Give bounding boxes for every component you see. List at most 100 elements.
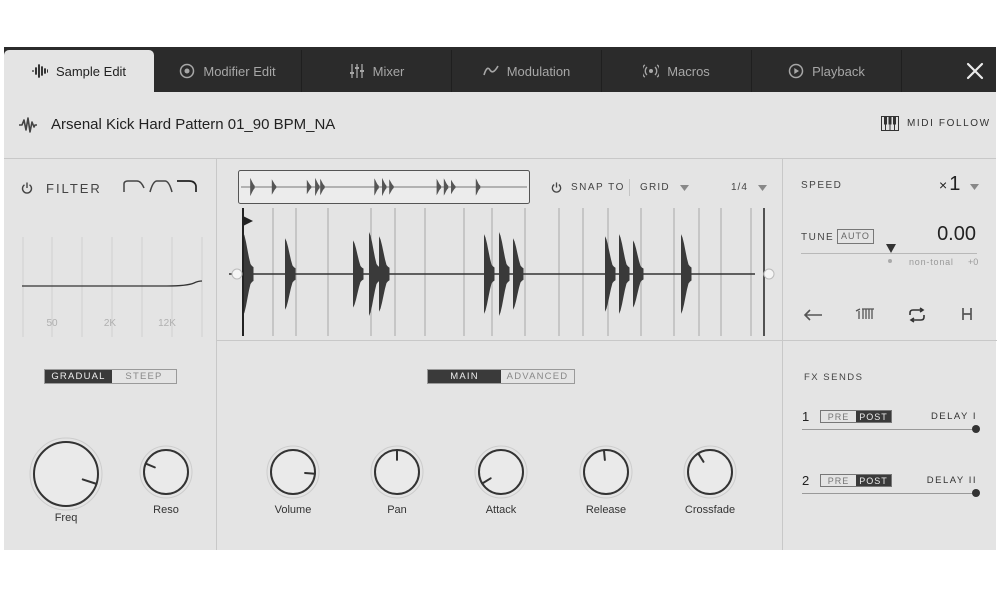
fx-sends-title: FX SENDS <box>804 372 864 383</box>
tab-modifier-edit[interactable]: Modifier Edit <box>154 50 302 92</box>
fx-send-2: 2 PRE POST DELAY II <box>783 473 997 513</box>
snap-power-icon[interactable] <box>551 182 562 193</box>
tune-label: TUNE <box>801 232 835 243</box>
pan-label: Pan <box>387 504 407 516</box>
speed-dropdown[interactable]: × 1 <box>939 173 980 196</box>
loop-icon[interactable] <box>907 307 927 323</box>
crossfade-knob[interactable] <box>682 444 738 500</box>
fx-send-slider-track[interactable] <box>802 429 976 430</box>
close-button[interactable] <box>954 50 996 92</box>
playback-settings-section: SPEED × 1 TUNE AUTO 0.00 non-tonal +0 FX… <box>782 159 997 550</box>
waveform-overview[interactable] <box>238 170 530 204</box>
highpass-filter-icon[interactable] <box>176 179 198 193</box>
toggle-advanced[interactable]: ADVANCED <box>501 370 574 383</box>
grid-dropdown[interactable]: GRID <box>640 182 689 193</box>
keytrack-icon[interactable] <box>855 307 875 321</box>
non-tonal-label: non-tonal <box>909 257 954 267</box>
post-button[interactable]: POST <box>856 411 891 422</box>
chevron-down-icon <box>757 184 767 191</box>
tab-mixer[interactable]: Mixer <box>302 50 452 92</box>
play-circle-icon <box>788 63 804 79</box>
tab-label: Sample Edit <box>55 63 127 79</box>
filter-title: FILTER <box>46 181 102 196</box>
snap-to-label: SNAP TO <box>571 182 625 193</box>
pan-knob[interactable] <box>369 444 425 500</box>
volume-knob-indicator <box>304 471 316 475</box>
tune-auto-button[interactable]: AUTO <box>837 229 874 244</box>
attack-knob[interactable] <box>473 444 529 500</box>
fx-send-number: 1 <box>802 409 810 424</box>
snap-divider <box>629 179 630 196</box>
toggle-gradual[interactable]: GRADUAL <box>45 370 112 383</box>
speed-prefix: × <box>939 177 948 193</box>
start-handle <box>231 268 243 280</box>
toggle-main[interactable]: MAIN <box>428 370 501 383</box>
division-dropdown[interactable]: 1/4 <box>731 182 767 193</box>
reso-knob[interactable] <box>138 444 194 500</box>
midi-follow-button[interactable]: MIDI FOLLOW <box>881 116 991 131</box>
tab-macros[interactable]: Macros <box>602 50 752 92</box>
volume-knob[interactable] <box>265 444 321 500</box>
freq-label: Freq <box>54 512 78 524</box>
close-icon <box>966 62 984 80</box>
tune-slider-track[interactable] <box>801 253 977 254</box>
sampler-window: Sample Edit Modifier Edit Mixer Modulation M… <box>4 47 997 550</box>
waveform-icon <box>32 64 48 78</box>
toggle-steep[interactable]: STEEP <box>112 370 176 383</box>
freq-tick-label: 50 <box>46 318 58 329</box>
tab-label: Mixer <box>372 63 405 79</box>
main-advanced-toggle: MAIN ADVANCED <box>427 369 575 384</box>
fx-divider <box>783 340 997 341</box>
speed-label: SPEED <box>801 180 843 191</box>
broadcast-icon <box>643 64 660 78</box>
midi-follow-label: MIDI FOLLOW <box>907 118 991 129</box>
tab-label: Playback <box>812 63 865 79</box>
tune-slider-handle[interactable] <box>886 244 896 253</box>
release-knob[interactable] <box>578 444 634 500</box>
hold-icon[interactable] <box>961 307 973 321</box>
waveform-display[interactable] <box>229 208 777 340</box>
division-value: 1/4 <box>731 182 748 193</box>
post-button[interactable]: POST <box>856 475 891 486</box>
target-icon <box>180 63 195 79</box>
fx-send-slider-track[interactable] <box>802 493 976 494</box>
filter-power-icon[interactable] <box>21 182 33 194</box>
sample-name: Arsenal Kick Hard Pattern 01_90 BPM_NA <box>51 116 336 133</box>
bandpass-filter-icon[interactable] <box>149 179 173 193</box>
fx-send-slider-handle[interactable] <box>972 489 980 497</box>
attack-label: Attack <box>485 504 517 516</box>
freq-knob[interactable] <box>28 436 104 512</box>
tab-sample-edit[interactable]: Sample Edit <box>4 50 154 92</box>
tune-value[interactable]: 0.00 <box>937 223 976 246</box>
grid-label: GRID <box>640 182 670 193</box>
pre-button[interactable]: PRE <box>821 475 856 486</box>
lowpass-filter-icon[interactable] <box>123 179 145 193</box>
fx-send-number: 2 <box>802 473 810 488</box>
pre-post-toggle: PRE POST <box>820 474 892 487</box>
crossfade-label: Crossfade <box>684 504 736 516</box>
fx-send-1: 1 PRE POST DELAY I <box>783 409 997 449</box>
waveform-divider <box>217 340 782 341</box>
tab-playback[interactable]: Playback <box>752 50 902 92</box>
sample-edit-panel: Arsenal Kick Hard Pattern 01_90 BPM_NA M… <box>4 92 997 550</box>
fx-send-target[interactable]: DELAY I <box>931 411 977 422</box>
release-label: Release <box>585 504 627 516</box>
mixer-faders-icon <box>349 64 364 78</box>
volume-label: Volume <box>274 504 312 516</box>
tab-bar: Sample Edit Modifier Edit Mixer Modulation M… <box>4 47 996 92</box>
release-knob-indicator <box>602 449 606 461</box>
freq-tick-label: 12K <box>158 318 176 329</box>
chevron-down-icon <box>970 184 980 190</box>
filter-mode-toggle: GRADUAL STEEP <box>44 369 177 384</box>
fx-send-slider-handle[interactable] <box>972 425 980 433</box>
tab-modulation[interactable]: Modulation <box>452 50 602 92</box>
end-handle <box>763 268 775 280</box>
reverse-arrow-icon[interactable] <box>803 309 823 321</box>
wave-curve-icon <box>482 65 499 76</box>
pre-button[interactable]: PRE <box>821 411 856 422</box>
sample-header: Arsenal Kick Hard Pattern 01_90 BPM_NA M… <box>4 92 996 159</box>
tab-label: Modulation <box>506 63 571 79</box>
tune-zero-dot <box>888 259 892 263</box>
fx-send-target[interactable]: DELAY II <box>927 475 977 486</box>
tune-offset: +0 <box>968 257 979 267</box>
